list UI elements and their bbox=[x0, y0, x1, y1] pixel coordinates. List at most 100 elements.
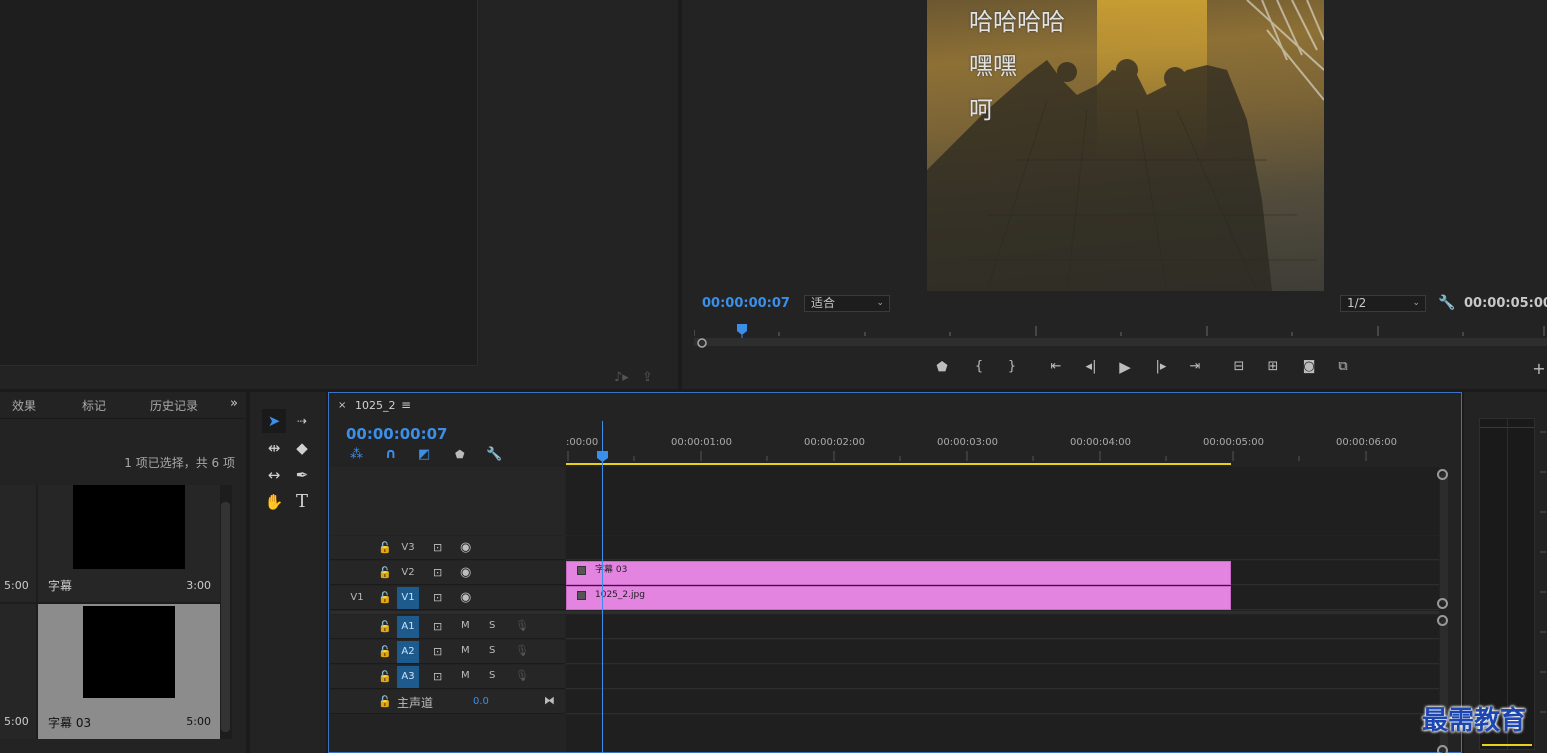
track-row-master[interactable] bbox=[566, 690, 1439, 714]
ripple-edit-tool-icon[interactable]: ⇹ bbox=[262, 436, 286, 460]
go-to-out-icon[interactable]: ⇥ bbox=[1184, 359, 1206, 374]
wrench-icon[interactable]: 🔧 bbox=[486, 447, 502, 462]
mute-button[interactable]: M bbox=[461, 670, 470, 681]
lock-icon[interactable]: 🔓 bbox=[378, 620, 392, 633]
track-select-tool-icon[interactable]: ⇢ bbox=[290, 409, 314, 433]
snap-icon[interactable]: ∩ bbox=[385, 446, 396, 462]
mark-in-icon[interactable]: { bbox=[968, 359, 990, 374]
playhead-marker[interactable] bbox=[596, 451, 609, 463]
go-to-in-icon[interactable]: ⇤ bbox=[1045, 359, 1067, 374]
camera-icon[interactable]: ◙ bbox=[1298, 359, 1320, 374]
lock-icon[interactable]: 🔓 bbox=[378, 695, 392, 708]
solo-button[interactable]: S bbox=[489, 670, 495, 681]
plus-icon[interactable]: + bbox=[1528, 359, 1547, 378]
more-panels-icon[interactable]: » bbox=[230, 396, 238, 411]
project-item-title-03-selected[interactable]: 字幕 03 5:00 bbox=[38, 604, 220, 739]
nest-icon[interactable]: ⁂ bbox=[350, 447, 363, 462]
project-item-title[interactable]: 字幕 3:00 bbox=[38, 485, 220, 602]
track-target-a3[interactable]: A3 bbox=[397, 666, 419, 688]
eye-icon[interactable]: ◉ bbox=[460, 590, 471, 605]
wrench-icon[interactable]: 🔧 bbox=[1438, 295, 1455, 311]
sync-lock-icon[interactable]: ⊡ bbox=[433, 620, 442, 633]
sync-lock-icon[interactable]: ⊡ bbox=[433, 670, 442, 683]
sync-lock-icon[interactable]: ⊡ bbox=[433, 541, 442, 554]
project-scrollbar[interactable] bbox=[221, 502, 230, 732]
add-marker-icon[interactable]: ⬟ bbox=[931, 360, 953, 375]
linked-selection-icon[interactable]: ◩ bbox=[418, 447, 430, 462]
eye-icon[interactable]: ◉ bbox=[460, 540, 471, 555]
track-target-a2[interactable]: A2 bbox=[397, 641, 419, 663]
playhead-line[interactable] bbox=[602, 421, 603, 753]
add-marker-icon[interactable]: ⬟ bbox=[455, 448, 465, 461]
mark-out-icon[interactable]: } bbox=[1001, 359, 1023, 374]
tab-markers[interactable]: 标记 bbox=[82, 397, 106, 414]
zoom-handle-icon[interactable] bbox=[1437, 469, 1448, 480]
slip-tool-icon[interactable]: ↔ bbox=[262, 463, 286, 487]
go-to-end-icon[interactable]: ⧓ bbox=[544, 694, 555, 707]
tab-history[interactable]: 历史记录 bbox=[150, 397, 198, 414]
project-item-partial[interactable]: 5:00 bbox=[0, 485, 36, 602]
timeline-ruler[interactable]: :00:00 00:00:01:00 00:00:02:00 00:00:03:… bbox=[566, 421, 1439, 467]
selection-tool-icon[interactable]: ➤ bbox=[262, 409, 286, 433]
track-row-v1[interactable]: 1025_2.jpg bbox=[566, 586, 1439, 610]
lift-icon[interactable]: ⊟ bbox=[1228, 359, 1250, 374]
clip-1025-2-jpg[interactable]: 1025_2.jpg bbox=[566, 586, 1231, 610]
track-row-a1[interactable] bbox=[566, 615, 1439, 639]
track-target-v3[interactable]: V3 bbox=[397, 537, 419, 559]
pen-tool-icon[interactable]: ✒ bbox=[290, 463, 314, 487]
hand-tool-icon[interactable]: ✋ bbox=[262, 490, 286, 514]
track-row-a2[interactable] bbox=[566, 640, 1439, 664]
lock-icon[interactable]: 🔓 bbox=[378, 541, 392, 554]
program-ruler[interactable] bbox=[694, 322, 1547, 348]
mute-button[interactable]: M bbox=[461, 620, 470, 631]
solo-button[interactable]: S bbox=[489, 645, 495, 656]
step-forward-icon[interactable]: |▸ bbox=[1150, 359, 1172, 374]
video-scrollbar[interactable] bbox=[1440, 473, 1448, 603]
ruler-label: :00:00 bbox=[566, 437, 599, 448]
fit-dropdown[interactable]: 适合 ⌄ bbox=[804, 295, 890, 312]
track-target-v1[interactable]: V1 bbox=[397, 587, 419, 609]
timeline-timecode[interactable]: 00:00:00:07 bbox=[346, 425, 448, 443]
sync-lock-icon[interactable]: ⊡ bbox=[433, 645, 442, 658]
export-icon[interactable]: ⇪ bbox=[642, 370, 653, 385]
extract-icon[interactable]: ⊞ bbox=[1262, 359, 1284, 374]
menu-icon[interactable]: ≡ bbox=[401, 398, 411, 412]
track-row-v2[interactable]: 字幕 03 bbox=[566, 561, 1439, 585]
sync-lock-icon[interactable]: ⊡ bbox=[433, 591, 442, 604]
lock-icon[interactable]: 🔓 bbox=[378, 670, 392, 683]
step-back-icon[interactable]: ◂| bbox=[1080, 359, 1102, 374]
clip-title-03[interactable]: 字幕 03 bbox=[566, 561, 1231, 585]
sequence-tab[interactable]: 1025_2 bbox=[355, 399, 396, 412]
eye-icon[interactable]: ◉ bbox=[460, 565, 471, 580]
tab-effects[interactable]: 效果 bbox=[12, 397, 36, 414]
solo-button[interactable]: S bbox=[489, 620, 495, 631]
play-icon[interactable]: ▶ bbox=[1114, 358, 1136, 376]
lock-icon[interactable]: 🔓 bbox=[378, 591, 392, 604]
microphone-icon[interactable]: 🎙 bbox=[515, 619, 529, 632]
zoom-handle-icon[interactable] bbox=[1437, 745, 1448, 753]
zoom-handle-icon[interactable] bbox=[1437, 615, 1448, 626]
lock-icon[interactable]: 🔓 bbox=[378, 645, 392, 658]
project-item-partial[interactable]: 5:00 bbox=[0, 604, 36, 739]
sync-lock-icon[interactable]: ⊡ bbox=[433, 566, 442, 579]
lock-icon[interactable]: 🔓 bbox=[378, 566, 392, 579]
video-audio-divider[interactable] bbox=[330, 611, 1439, 614]
track-target-a1[interactable]: A1 bbox=[397, 616, 419, 638]
close-icon[interactable]: × bbox=[338, 400, 346, 411]
zoom-handle-icon[interactable] bbox=[1437, 598, 1448, 609]
track-row-v3[interactable] bbox=[566, 536, 1439, 560]
master-volume[interactable]: 0.0 bbox=[473, 696, 489, 707]
source-patch-v1[interactable]: V1 bbox=[346, 587, 368, 609]
razor-tool-icon[interactable]: ◆ bbox=[290, 436, 314, 460]
track-area-empty bbox=[566, 467, 1439, 535]
track-target-v2[interactable]: V2 bbox=[397, 562, 419, 584]
program-timecode[interactable]: 00:00:00:07 bbox=[702, 296, 790, 311]
compare-icon[interactable]: ⧉ bbox=[1332, 359, 1354, 374]
track-row-a3[interactable] bbox=[566, 665, 1439, 689]
insert-icon[interactable]: ♪▸ bbox=[614, 370, 629, 385]
microphone-icon[interactable]: 🎙 bbox=[515, 669, 529, 682]
microphone-icon[interactable]: 🎙 bbox=[515, 644, 529, 657]
mute-button[interactable]: M bbox=[461, 645, 470, 656]
resolution-dropdown[interactable]: 1/2 ⌄ bbox=[1340, 295, 1426, 312]
type-tool-icon[interactable]: T bbox=[290, 490, 314, 514]
